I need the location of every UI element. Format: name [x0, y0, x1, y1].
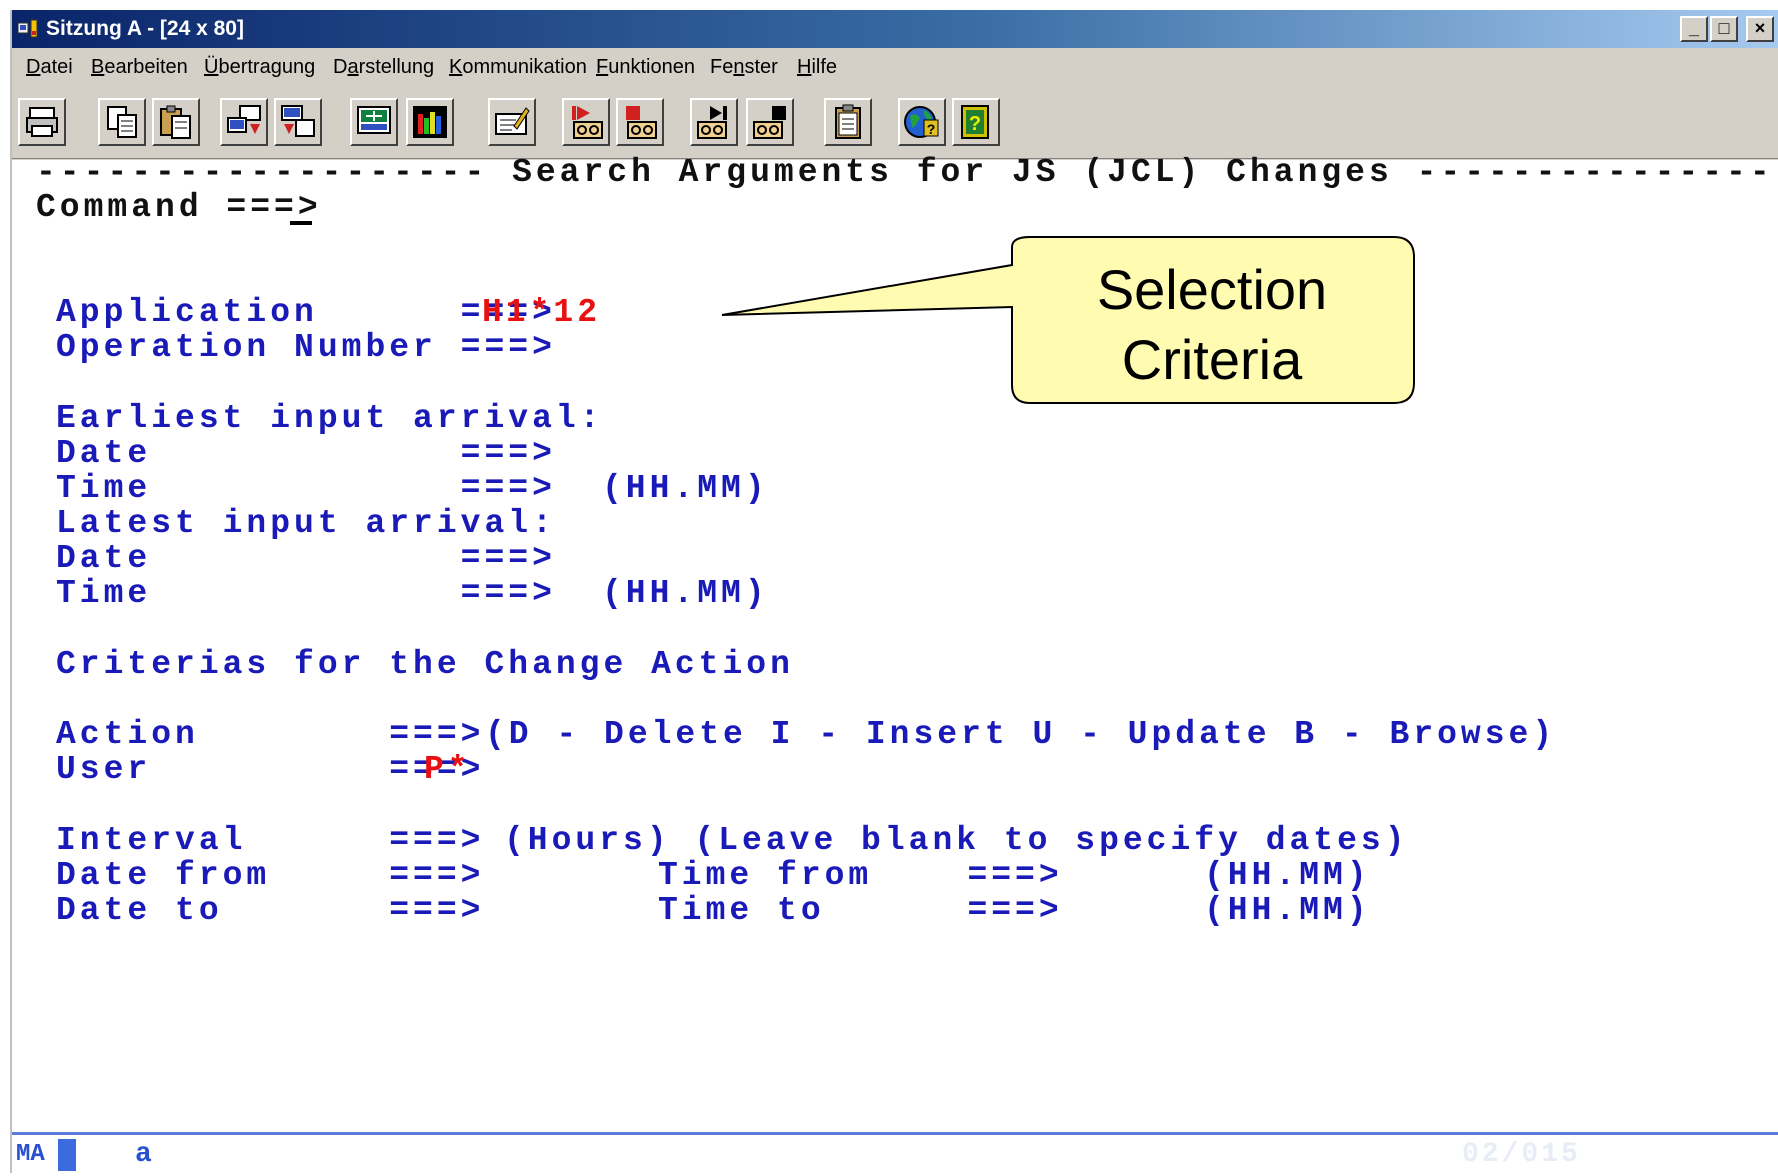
- interval-hint: (Hours) (Leave blank to specify dates): [504, 822, 1409, 859]
- close-button[interactable]: ×: [1746, 16, 1774, 42]
- paste-icon: [160, 105, 191, 139]
- play-macro-button[interactable]: [562, 98, 610, 146]
- svg-text:?: ?: [927, 121, 936, 137]
- operation-number-label: Operation Number ===>: [56, 329, 556, 366]
- copy-button[interactable]: [98, 98, 146, 146]
- date-from-label: Date from ===>: [56, 857, 485, 894]
- earliest-arrival-label: Earliest input arrival:: [56, 400, 604, 437]
- menu-bearbeiten[interactable]: Bearbeiten: [91, 56, 188, 79]
- maximize-button[interactable]: □: [1710, 16, 1738, 42]
- earliest-time-format: (HH.MM): [602, 470, 769, 507]
- time-to-format: (HH.MM): [1204, 892, 1371, 929]
- display-setup-icon: [357, 106, 391, 134]
- window-title: Sitzung A - [24 x 80]: [46, 17, 244, 40]
- menu-kommunikation[interactable]: Kommunikation: [449, 56, 587, 79]
- screen-header: ------------------- Search Arguments for…: [36, 154, 1778, 191]
- record-macro-icon: [626, 106, 657, 139]
- paste-button[interactable]: [152, 98, 200, 146]
- help-globe-button[interactable]: ?: [898, 98, 946, 146]
- interval-label: Interval ===>: [56, 822, 485, 859]
- status-indicator: a: [135, 1139, 152, 1170]
- help-globe-icon: ?: [904, 106, 939, 138]
- edit-macro-button[interactable]: [488, 98, 536, 146]
- print-icon: [26, 107, 58, 137]
- application-field[interactable]: H1*12: [482, 295, 601, 331]
- date-to-label: Date to ===>: [56, 892, 485, 929]
- latest-time-label: Time ===>: [56, 575, 556, 612]
- clipboard-icon: [835, 104, 861, 139]
- latest-date-label: Date ===>: [56, 540, 556, 577]
- latest-time-format: (HH.MM): [602, 575, 769, 612]
- criterias-heading: Criterias for the Change Action: [56, 646, 794, 683]
- application-label: Application ===>: [56, 294, 556, 331]
- svg-text:?: ?: [969, 113, 981, 135]
- earliest-date-label: Date ===>: [56, 435, 556, 472]
- display-setup-button[interactable]: [350, 98, 398, 146]
- action-hint: (D - Delete I - Insert U - Update B - Br…: [485, 716, 1557, 753]
- clipboard-button[interactable]: [824, 98, 872, 146]
- menu-uebertragung[interactable]: Übertragung: [204, 56, 315, 79]
- step-macro-button[interactable]: [690, 98, 738, 146]
- toolbar: ? ?: [12, 86, 1778, 159]
- time-to-label: Time to ===>: [658, 892, 1063, 929]
- user-field[interactable]: P*: [424, 752, 472, 788]
- command-label: Command ===>: [36, 189, 322, 226]
- user-label: User ===>: [56, 751, 485, 788]
- send-file-icon: [227, 105, 261, 134]
- session-app-icon: [18, 19, 38, 38]
- command-cursor[interactable]: [290, 221, 312, 225]
- emulator-window: Sitzung A - [24 x 80] _ □ × Datei Bearbe…: [10, 10, 1778, 1176]
- minimize-button[interactable]: _: [1680, 16, 1708, 42]
- send-file-button[interactable]: [220, 98, 268, 146]
- callout-line-1: Selection: [1096, 258, 1328, 321]
- latest-arrival-label: Latest input arrival:: [56, 505, 556, 542]
- help-book-icon: ?: [961, 105, 989, 139]
- color-map-icon: [413, 106, 447, 138]
- receive-file-icon: [281, 105, 315, 137]
- menu-hilfe[interactable]: Hilfe: [797, 56, 837, 79]
- cursor-position: 02/015: [1462, 1139, 1581, 1170]
- time-from-label: Time from ===>: [658, 857, 1063, 894]
- action-label: Action ===>: [56, 716, 485, 753]
- title-bar[interactable]: Sitzung A - [24 x 80] _ □ ×: [12, 10, 1778, 48]
- copy-icon: [107, 106, 137, 138]
- step-macro-icon: [697, 106, 727, 139]
- color-map-button[interactable]: [406, 98, 454, 146]
- edit-macro-icon: [495, 107, 530, 135]
- time-from-format: (HH.MM): [1204, 857, 1371, 894]
- menu-darstellung[interactable]: Darstellung: [333, 56, 434, 79]
- callout-text: Selection Criteria: [997, 255, 1427, 395]
- play-macro-icon: [572, 106, 603, 139]
- earliest-time-label: Time ===>: [56, 470, 556, 507]
- status-block-indicator: [58, 1139, 76, 1171]
- menu-datei[interactable]: Datei: [26, 56, 73, 79]
- callout-line-2: Criteria: [1121, 328, 1303, 391]
- stop-macro-icon: [753, 106, 786, 139]
- menu-bar: Datei Bearbeiten Übertragung Darstellung…: [12, 50, 1778, 84]
- status-bar: MA a 02/015: [12, 1132, 1778, 1176]
- menu-funktionen[interactable]: Funktionen: [596, 56, 695, 79]
- stop-macro-button[interactable]: [746, 98, 794, 146]
- help-book-button[interactable]: ?: [952, 98, 1000, 146]
- receive-file-button[interactable]: [274, 98, 322, 146]
- status-mode: MA: [16, 1141, 45, 1168]
- menu-fenster[interactable]: Fenster: [710, 56, 778, 79]
- print-button[interactable]: [18, 98, 66, 146]
- record-macro-button[interactable]: [616, 98, 664, 146]
